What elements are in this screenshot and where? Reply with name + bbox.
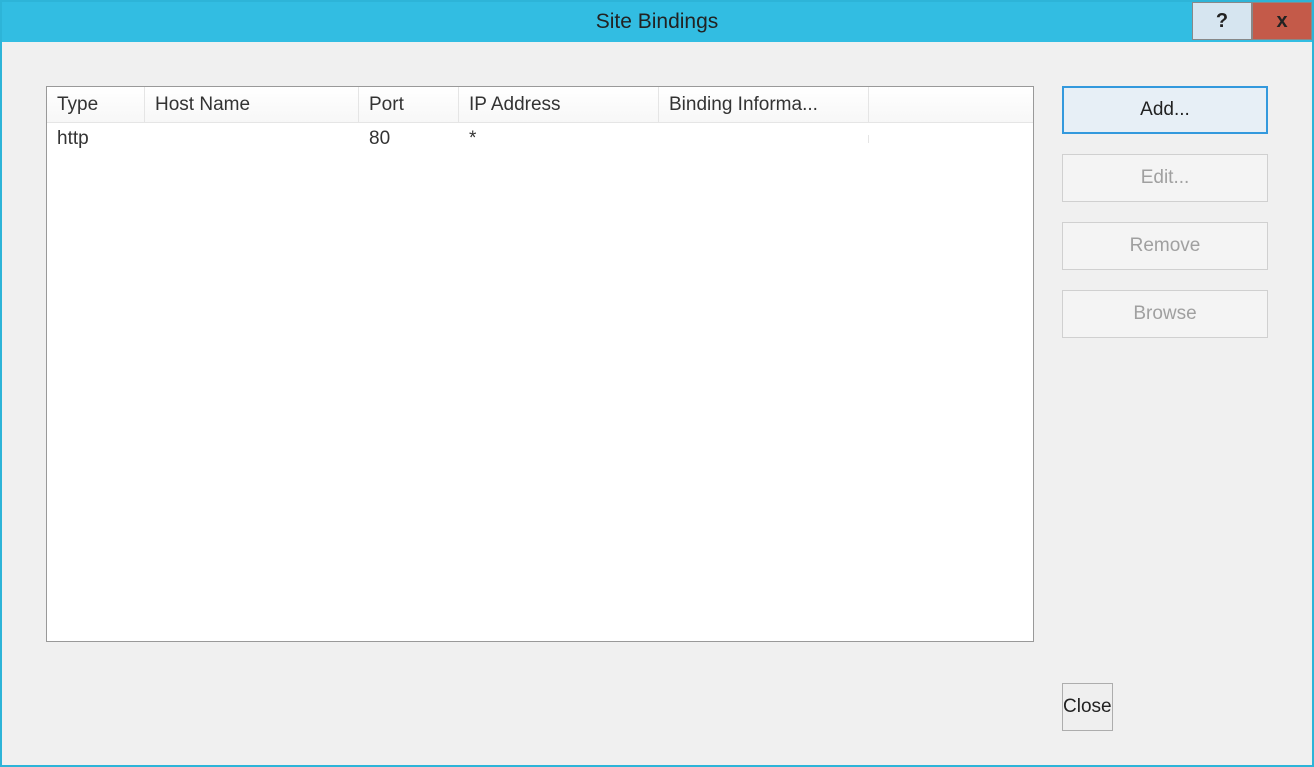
cell-ip-address: * — [459, 124, 659, 154]
browse-button: Browse — [1062, 290, 1268, 338]
help-button[interactable]: ? — [1192, 2, 1252, 40]
dialog-body: Type Host Name Port IP Address Binding I… — [2, 42, 1312, 765]
column-header-type[interactable]: Type — [47, 87, 145, 122]
table-header: Type Host Name Port IP Address Binding I… — [47, 87, 1033, 123]
column-header-empty — [869, 87, 1033, 122]
side-buttons: Add... Edit... Remove Browse Close — [1062, 86, 1268, 735]
cell-binding-information — [659, 135, 869, 143]
table-row[interactable]: http 80 * — [47, 123, 1033, 155]
close-button[interactable]: Close — [1062, 683, 1113, 731]
column-header-port[interactable]: Port — [359, 87, 459, 122]
titlebar: Site Bindings ? x — [2, 2, 1312, 42]
column-header-host-name[interactable]: Host Name — [145, 87, 359, 122]
table-body: http 80 * — [47, 123, 1033, 641]
edit-button: Edit... — [1062, 154, 1268, 202]
column-header-ip-address[interactable]: IP Address — [459, 87, 659, 122]
site-bindings-dialog: Site Bindings ? x Type Host Name Port IP… — [0, 0, 1314, 767]
cell-type: http — [47, 124, 145, 154]
column-header-binding-information[interactable]: Binding Informa... — [659, 87, 869, 122]
window-close-button[interactable]: x — [1252, 2, 1312, 40]
bindings-list[interactable]: Type Host Name Port IP Address Binding I… — [46, 86, 1034, 642]
cell-port: 80 — [359, 124, 459, 154]
add-button[interactable]: Add... — [1062, 86, 1268, 134]
remove-button: Remove — [1062, 222, 1268, 270]
titlebar-title: Site Bindings — [596, 10, 719, 34]
cell-host-name — [145, 135, 359, 143]
titlebar-buttons: ? x — [1192, 2, 1312, 42]
